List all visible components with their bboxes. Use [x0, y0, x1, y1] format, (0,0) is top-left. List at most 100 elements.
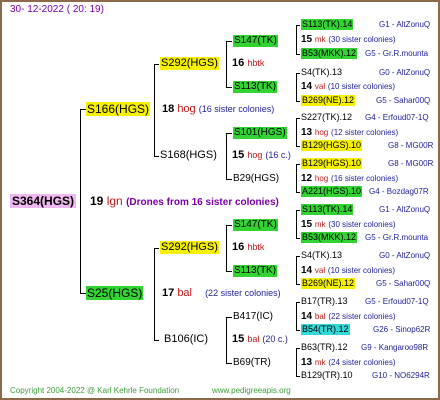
tree-line	[154, 64, 155, 156]
gen3-code: hog	[314, 128, 329, 137]
gen4-queen[interactable]: S4(TK).13	[301, 250, 342, 261]
gen4-queen[interactable]: B269(NE).12	[301, 278, 356, 289]
tree-line	[226, 179, 232, 180]
root-note: (Drones from 16 sister colonies)	[126, 197, 279, 208]
gen4-origin: G0 - AltZonuQ	[379, 251, 431, 260]
gen3-number: 13	[301, 357, 313, 368]
tree-line	[296, 146, 300, 147]
header-date: 30- 12-2022 ( 20: 19)	[10, 4, 104, 15]
gen2-code: bal	[247, 334, 260, 344]
gen1-queen[interactable]: S166(HGS)	[86, 102, 151, 116]
gen3-note: (30 sister colonies)	[328, 220, 396, 229]
gen3-number: 14	[301, 265, 313, 276]
gen3-queen[interactable]: S113(TK)	[233, 265, 278, 277]
tree-line	[296, 25, 300, 26]
gen2-code: hbtk	[247, 242, 265, 252]
tree-line	[296, 25, 297, 54]
gen4-queen[interactable]: S113(TK).14	[301, 19, 354, 30]
gen4-queen[interactable]: B53(MKK).12	[301, 48, 358, 59]
gen3-code: bal	[314, 312, 326, 321]
root-code: lgn	[106, 194, 123, 208]
tree-line	[226, 317, 232, 318]
gen4-queen[interactable]: B129(TR).10	[301, 370, 353, 381]
footer-website[interactable]: www.pedigreeapis.org	[212, 385, 291, 397]
gen4-queen[interactable]: B63(TR).12	[301, 342, 348, 353]
gen4-origin: G4 - Erfoud07-1Q	[365, 113, 429, 122]
tree-line	[154, 64, 159, 65]
gen2-info: 15 bal (20 c.)	[232, 333, 288, 346]
gen3-number: 13	[301, 127, 313, 138]
tree-line	[296, 101, 300, 102]
gen3-info: 13 mk (24 sister colonies)	[301, 357, 396, 369]
gen1-info: 17 bal (22 sister colonies)	[162, 287, 281, 300]
tree-line	[226, 225, 227, 271]
gen1-note: (22 sister colonies)	[205, 288, 281, 298]
gen2-info: 15 hog (16 c.)	[232, 149, 291, 162]
gen3-code: mk	[314, 220, 326, 229]
tree-line	[296, 284, 300, 285]
gen3-queen[interactable]: B29(HGS)	[233, 173, 279, 185]
gen4-queen[interactable]: S227(TK).12	[301, 112, 352, 123]
gen3-code: val	[314, 266, 326, 275]
root-queen[interactable]: S364(HGS)	[10, 194, 77, 208]
tree-line	[296, 302, 300, 303]
gen4-origin: G5 - Sahar00Q	[376, 279, 431, 288]
gen1-info: 18 hog (16 sister colonies)	[162, 103, 274, 116]
gen4-queen[interactable]: B17(TR).13	[301, 296, 348, 307]
tree-line	[296, 238, 300, 239]
gen3-info: 14 val (10 sister colonies)	[301, 81, 395, 93]
tree-line	[226, 317, 227, 363]
gen1-queen[interactable]: S25(HGS)	[86, 286, 144, 300]
tree-line	[226, 87, 232, 88]
gen3-info: 15 mk (30 sister colonies)	[301, 219, 396, 231]
tree-line	[226, 271, 232, 272]
gen4-origin: G8 - MG00R	[388, 159, 434, 168]
gen3-queen[interactable]: S147(TK)	[233, 219, 278, 231]
gen3-note: (10 sister colonies)	[327, 82, 396, 91]
gen4-queen[interactable]: A221(HGS).10	[301, 186, 363, 197]
gen3-queen[interactable]: B69(TR)	[233, 357, 271, 369]
gen3-queen[interactable]: S101(HGS)	[233, 127, 287, 139]
gen3-queen[interactable]: B417(IC)	[233, 311, 273, 323]
tree-line	[226, 363, 232, 364]
tree-line	[296, 210, 297, 238]
gen4-queen[interactable]: B129(HGS).10	[301, 158, 363, 169]
gen2-queen[interactable]: S292(HGS)	[160, 241, 219, 254]
gen4-queen[interactable]: S113(TK).14	[301, 204, 354, 215]
gen2-note: (20 c.)	[262, 334, 288, 344]
gen3-queen[interactable]: S147(TK)	[233, 35, 278, 47]
gen2-number: 16	[232, 241, 245, 253]
gen4-queen[interactable]: B129(HGS).10	[301, 140, 363, 151]
gen3-number: 15	[301, 34, 313, 45]
gen4-queen[interactable]: B53(MKK).12	[301, 232, 358, 243]
gen1-number: 18	[162, 103, 175, 115]
tree-line	[296, 256, 300, 257]
gen2-queen[interactable]: S168(HGS)	[160, 149, 217, 162]
tree-line	[296, 164, 300, 165]
tree-line	[296, 302, 297, 330]
gen2-queen[interactable]: B106(IC)	[164, 333, 208, 346]
tree-line	[226, 133, 227, 179]
gen4-origin: G1 - AltZonuQ	[379, 20, 431, 29]
gen4-origin: G10 - NO6294R	[372, 371, 430, 380]
tree-line	[226, 41, 232, 42]
gen3-note: (10 sister colonies)	[327, 266, 396, 275]
gen3-code: hog	[314, 174, 329, 183]
gen4-queen[interactable]: S4(TK).13	[301, 67, 342, 78]
root-gen-number: 19	[90, 194, 104, 208]
gen4-queen[interactable]: B54(TR).12	[301, 324, 350, 335]
tree-line	[154, 156, 159, 157]
gen2-info: 16 hbtk	[232, 241, 264, 254]
gen2-queen[interactable]: S292(HGS)	[160, 57, 219, 70]
gen3-queen[interactable]: S113(TK)	[233, 81, 278, 93]
gen3-code: mk	[314, 35, 326, 44]
gen1-note: (16 sister colonies)	[198, 104, 275, 114]
gen2-code: hbtk	[247, 58, 265, 68]
gen3-info: 14 val (10 sister colonies)	[301, 265, 395, 277]
gen4-queen[interactable]: B269(NE).12	[301, 95, 356, 106]
gen1-number: 17	[162, 287, 175, 299]
gen3-number: 14	[301, 311, 313, 322]
gen1-code: bal	[177, 287, 192, 299]
gen3-note: (30 sister colonies)	[328, 35, 396, 44]
tree-line	[296, 376, 300, 377]
